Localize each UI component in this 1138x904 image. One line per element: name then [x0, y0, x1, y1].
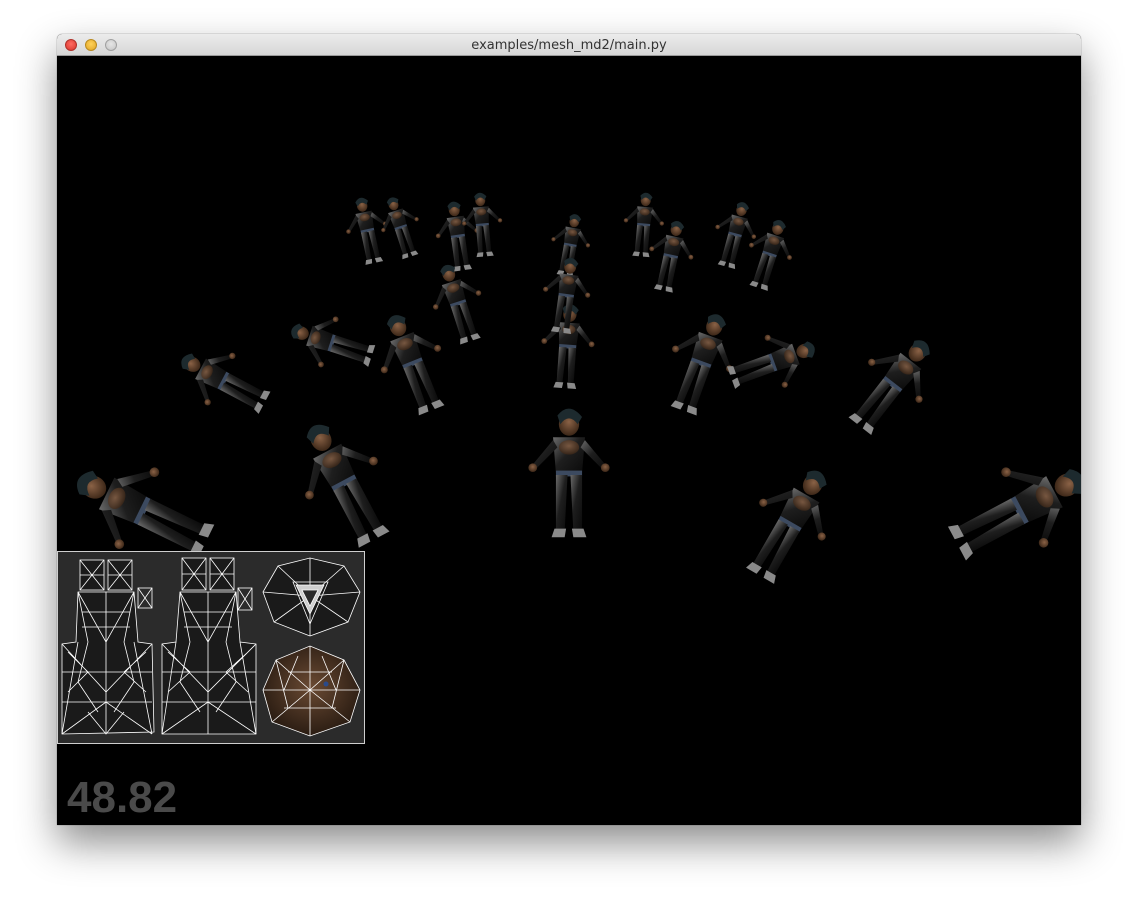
window-title: examples/mesh_md2/main.py	[471, 38, 667, 53]
character-model	[168, 333, 279, 429]
character-model	[363, 303, 462, 423]
character-model	[528, 408, 610, 538]
character-model	[653, 303, 749, 422]
character-model	[277, 406, 410, 559]
character-model	[833, 321, 952, 447]
texture-atlas-panel	[57, 551, 365, 744]
character-model	[721, 320, 825, 404]
title-bar[interactable]: examples/mesh_md2/main.py	[57, 34, 1081, 56]
character-model	[339, 193, 395, 268]
character-model	[706, 196, 764, 273]
fps-counter: 48.82	[67, 773, 178, 822]
render-viewport[interactable]: 48.82	[57, 56, 1081, 825]
character-model	[283, 304, 380, 382]
character-model	[421, 257, 495, 349]
character-model	[537, 254, 596, 336]
character-model	[641, 216, 701, 296]
texture-wireframe	[61, 557, 361, 737]
app-window: examples/mesh_md2/main.py 48.82	[57, 34, 1081, 825]
character-model	[935, 437, 1081, 584]
character-model	[372, 191, 429, 263]
character-model	[620, 190, 667, 259]
character-model	[727, 453, 853, 595]
